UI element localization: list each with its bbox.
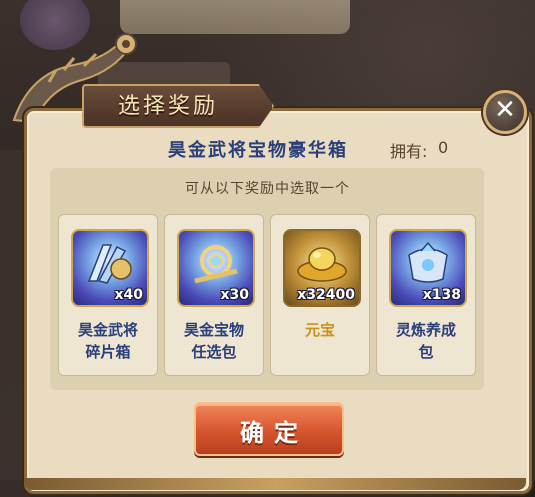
reward-name: 昊金武将 碎片箱 xyxy=(77,321,138,361)
reward-card[interactable]: x32400 元宝 xyxy=(270,214,370,376)
chest-name: 昊金武将宝物豪华箱 xyxy=(168,140,348,161)
reward-card[interactable]: x138 灵炼养成 包 xyxy=(376,214,476,376)
gold-ingot-icon: x32400 xyxy=(283,229,361,307)
reward-name: 元宝 xyxy=(304,321,335,339)
dialog-title: 选择奖励 xyxy=(118,94,219,119)
background-banner xyxy=(120,0,350,34)
refine-pack-icon: x138 xyxy=(389,229,467,307)
selection-hint: 可从以下奖励中选取一个 xyxy=(185,181,350,197)
reward-quantity: x138 xyxy=(422,287,461,303)
reward-name: 灵炼养成 包 xyxy=(395,321,456,361)
reward-quantity: x40 xyxy=(114,287,143,303)
owned-label: 拥有: xyxy=(390,142,428,161)
reward-card[interactable]: x40 昊金武将 碎片箱 xyxy=(58,214,158,376)
confirm-label: 确定 xyxy=(240,419,308,447)
reward-card[interactable]: x30 昊金宝物 任选包 xyxy=(164,214,264,376)
treasure-bundle-icon: x30 xyxy=(177,229,255,307)
fan-general-icon: x40 xyxy=(71,229,149,307)
confirm-button[interactable]: 确定 xyxy=(194,402,344,456)
background-side-left xyxy=(0,150,26,480)
reward-quantity: x32400 xyxy=(297,287,355,303)
dialog-bottom-edge xyxy=(24,478,526,490)
reward-quantity: x30 xyxy=(220,287,249,303)
close-button[interactable]: ✕ xyxy=(483,90,527,134)
reward-name: 昊金宝物 任选包 xyxy=(183,321,244,361)
close-icon: ✕ xyxy=(494,95,516,125)
owned-count: 0 xyxy=(438,138,449,157)
